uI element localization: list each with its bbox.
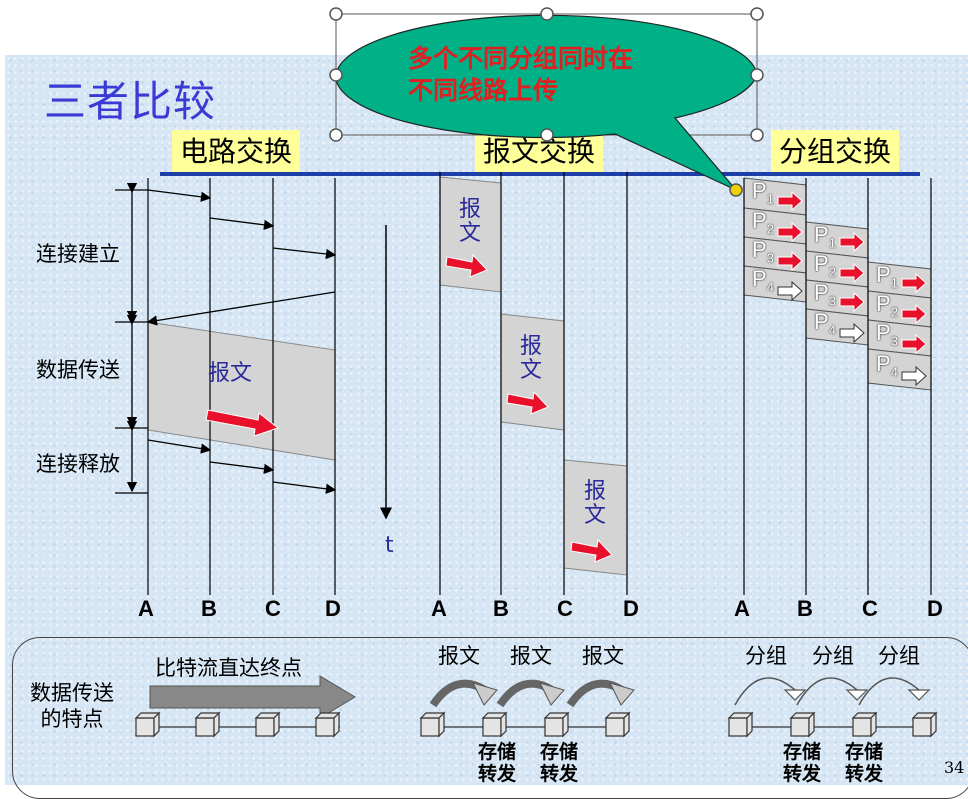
circuit-feature-text: 比特流直达终点: [155, 656, 302, 680]
node-label-a: A: [734, 596, 750, 621]
packet-label-p2: P2: [752, 208, 774, 237]
store-forward-label: 存储 转发: [845, 741, 884, 785]
message-label-c: 报文: [584, 479, 607, 528]
circuit-message-label: 报文: [208, 361, 253, 386]
setup-signal-bc: [209, 217, 275, 231]
message-label-a: 报文: [459, 197, 482, 246]
packet-feature-label-2: 分组: [812, 644, 854, 668]
page-number: 34: [944, 758, 965, 777]
message-feature-label-1: 报文: [438, 644, 480, 668]
store-forward-label: 存储 转发: [478, 741, 517, 785]
node-label-c: C: [557, 596, 573, 621]
packet-feature-label-3: 分组: [878, 644, 920, 668]
setup-ack-da: [146, 291, 336, 326]
setup-signal-cd: [272, 247, 337, 260]
packet-label-p4: P4: [876, 351, 898, 380]
packet-label-p4: P4: [814, 309, 836, 338]
release-signal-bc: [209, 461, 275, 475]
callout-pointer-handle: [729, 183, 743, 197]
node-label-d: D: [623, 596, 639, 621]
store-forward-label: 存储 转发: [783, 741, 822, 785]
node-label-c: C: [265, 596, 281, 621]
node-label-b: B: [201, 596, 217, 621]
packet-label-p1: P1: [814, 222, 836, 251]
node-label-d: D: [325, 596, 341, 621]
packet-label-p3: P3: [876, 320, 898, 349]
packet-label-p1: P1: [752, 178, 774, 207]
message-feature-label-2: 报文: [510, 644, 552, 668]
node-label-b: B: [797, 596, 813, 621]
node-label-c: C: [862, 596, 878, 621]
setup-signal-ab: [147, 189, 212, 202]
message-label-b: 报文: [520, 334, 543, 383]
packet-label-p1: P1: [876, 262, 898, 291]
node-label-d: D: [927, 596, 943, 621]
packet-label-p3: P3: [752, 237, 774, 266]
node-label-b: B: [493, 596, 509, 621]
node-label-a: A: [431, 596, 447, 621]
packet-label-p4: P4: [752, 266, 774, 295]
release-signal-ab: [147, 439, 212, 454]
packet-label-p2: P2: [814, 251, 836, 280]
callout-text: 多个不同分组同时在 不同线路上传: [408, 44, 634, 105]
packet-feature-label-1: 分组: [745, 644, 787, 668]
features-row-label: 数据传送 的特点: [30, 681, 114, 731]
packet-label-p2: P2: [876, 291, 898, 320]
node-label-a: A: [138, 596, 154, 621]
phase-brackets: [115, 182, 148, 494]
packet-label-p3: P3: [814, 280, 836, 309]
release-signal-cd: [272, 481, 337, 494]
circuit-data-block: [147, 321, 336, 461]
circuit-switching-panel: [146, 178, 392, 595]
store-forward-label: 存储 转发: [540, 741, 579, 785]
time-axis-label: t: [385, 533, 394, 558]
message-feature-label-3: 报文: [582, 644, 624, 668]
